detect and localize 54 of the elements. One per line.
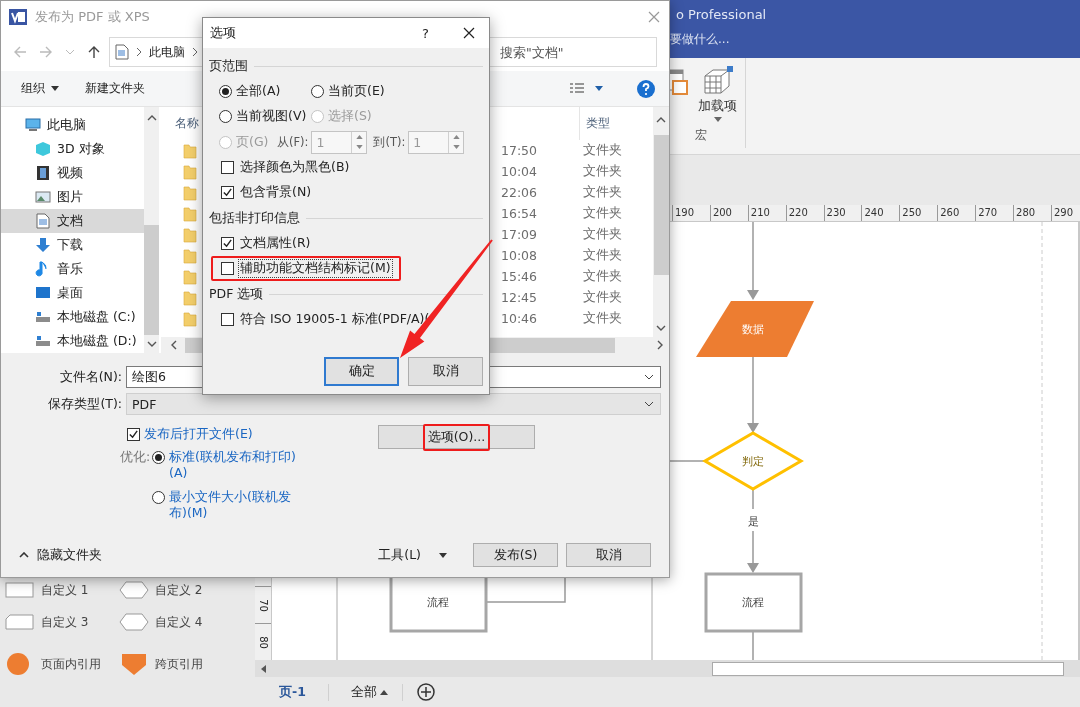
- table-cell: 文件夹: [583, 247, 622, 264]
- shape-label: 页面内引用: [41, 655, 101, 673]
- table-cell: 文件夹: [583, 205, 622, 222]
- window-title: 发布为 PDF 或 XPS: [35, 8, 150, 26]
- table-cell: 文件夹: [583, 226, 622, 243]
- table-cell-text: 17:50: [500, 143, 539, 158]
- table-cell-text: 17:09: [500, 227, 539, 242]
- table-cell: 文件夹: [583, 310, 622, 327]
- table-cell-text: 22:06: [500, 185, 539, 200]
- table-cell-text: 12:45: [500, 290, 539, 305]
- field-label: 保存类型(T):: [47, 395, 123, 413]
- ruler-label: 70: [257, 598, 269, 612]
- field-label: 从(F):: [277, 134, 309, 150]
- shape-label: 流程: [427, 596, 449, 609]
- app-title: o Professional: [676, 7, 767, 22]
- table-cell-text: 16:54: [500, 206, 539, 221]
- section-heading: 包括非打印信息: [209, 209, 300, 227]
- ruler-label: 240: [861, 205, 900, 221]
- shape-label: 流程: [742, 596, 764, 609]
- ruler-label: 190: [672, 205, 710, 221]
- ruler-label: 260: [937, 205, 976, 221]
- ruler-label: 80: [257, 635, 269, 649]
- window-title: 选项: [210, 24, 236, 42]
- section-heading: PDF 选项: [209, 285, 264, 303]
- shape-label: 判定: [742, 455, 764, 468]
- ruler-label: 280: [1013, 205, 1051, 221]
- table-cell: 文件夹: [583, 289, 622, 306]
- shape-label: 自定义 4: [155, 613, 203, 631]
- ruler-label: 220: [785, 205, 824, 221]
- ruler-label: 250: [899, 205, 938, 221]
- table-cell-text: 10:46: [500, 311, 539, 326]
- ruler-label: 210: [747, 205, 786, 221]
- ruler-label: 290: [1050, 205, 1080, 221]
- section-heading: 页范围: [209, 57, 248, 75]
- shape-label: 自定义 2: [155, 581, 203, 599]
- table-cell: 文件夹: [583, 268, 622, 285]
- table-cell-text: 10:08: [500, 248, 539, 263]
- table-cell-text: 15:46: [500, 269, 539, 284]
- shape-label: 跨页引用: [155, 655, 203, 673]
- table-cell: 文件夹: [583, 142, 622, 159]
- ruler-label: 200: [709, 205, 748, 221]
- group-label: 宏: [694, 127, 707, 144]
- field-label: 文件名(N):: [58, 368, 123, 386]
- table-cell: 文件夹: [583, 184, 622, 201]
- ruler-label: 270: [975, 205, 1013, 221]
- connector-label: 是: [747, 515, 759, 528]
- shape-label: 数据: [742, 323, 764, 336]
- field-label: 到(T):: [373, 134, 406, 150]
- option-label: 优化:: [120, 449, 152, 466]
- ruler-label: 230: [823, 205, 862, 221]
- shape-label: 自定义 3: [41, 613, 89, 631]
- table-cell-text: 10:04: [500, 164, 539, 179]
- shape-label: 自定义 1: [41, 581, 89, 599]
- table-cell: 文件夹: [583, 163, 622, 180]
